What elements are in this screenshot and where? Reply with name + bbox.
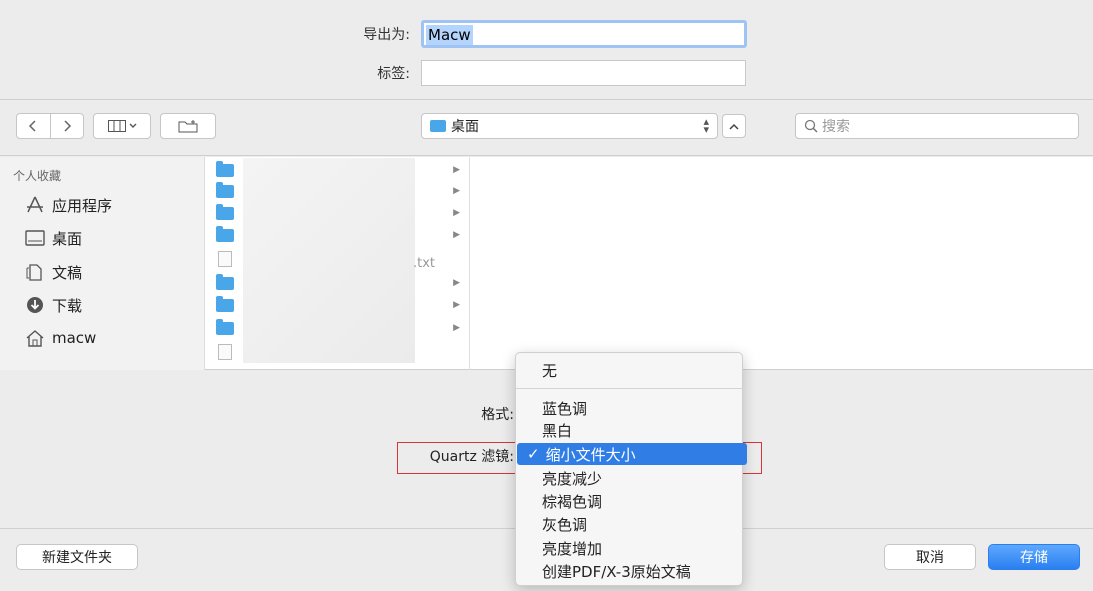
quartz-filter-menu: 无 蓝色调 黑白 ✓ 缩小文件大小 亮度减少 棕褐色调 灰色调 亮度增加 创建P… xyxy=(515,352,747,586)
save-dialog: 导出为: Macw 标签: 桌面 ▴ ▾ 搜索 个人收藏 应用程序 桌面 文稿 … xyxy=(0,0,1093,591)
sidebar-header: 个人收藏 xyxy=(13,169,62,183)
menu-item-lightness-decrease[interactable]: 亮度减少 xyxy=(516,467,742,489)
nav-buttons xyxy=(16,113,84,139)
column-view-icon xyxy=(107,120,126,132)
chevron-up-icon xyxy=(729,123,739,130)
search-icon xyxy=(804,119,818,133)
back-button[interactable] xyxy=(17,114,50,138)
sidebar-item-documents[interactable]: 文稿 xyxy=(24,259,82,285)
search-placeholder: 搜索 xyxy=(822,119,850,135)
disclosure-arrow-icon: ▶ xyxy=(453,186,460,196)
folder-icon xyxy=(216,295,234,312)
tags-label: 标签: xyxy=(377,66,410,82)
disclosure-arrow-icon: ▶ xyxy=(453,230,460,240)
location-popup[interactable]: 桌面 ▴ ▾ xyxy=(421,113,718,139)
folder-icon xyxy=(216,203,234,220)
chevron-right-icon xyxy=(64,120,72,132)
desktop-folder-icon xyxy=(430,120,446,132)
menu-item-none[interactable]: 无 xyxy=(516,359,742,381)
menu-separator xyxy=(516,388,742,389)
menu-item-reduce-file-size[interactable]: ✓ 缩小文件大小 xyxy=(517,443,747,465)
sidebar-item-label: macw xyxy=(52,329,97,347)
disclosure-arrow-icon: ▶ xyxy=(453,300,460,310)
text-file-icon xyxy=(218,251,232,267)
save-header: 导出为: Macw 标签: xyxy=(0,0,1093,100)
file-extension-label: .txt xyxy=(413,256,436,271)
applications-icon xyxy=(24,195,46,215)
redacted-filenames xyxy=(243,158,415,363)
chevron-left-icon xyxy=(29,120,37,132)
downloads-icon xyxy=(24,295,46,315)
folder-icon xyxy=(216,181,234,198)
sidebar-item-home[interactable]: macw xyxy=(24,325,96,351)
menu-item-black-white[interactable]: 黑白 xyxy=(516,419,742,441)
document-file-icon xyxy=(218,344,232,360)
sidebar-item-label: 桌面 xyxy=(52,229,83,248)
folder-icon xyxy=(216,318,234,335)
sidebar-item-downloads[interactable]: 下载 xyxy=(24,292,82,318)
checkmark-icon: ✓ xyxy=(527,445,540,463)
new-folder-button[interactable]: 新建文件夹 xyxy=(16,544,138,570)
sidebar-item-desktop[interactable]: 桌面 xyxy=(24,225,82,251)
sidebar-item-label: 下载 xyxy=(52,296,83,315)
disclosure-arrow-icon: ▶ xyxy=(453,208,460,218)
menu-item-sepia-tone[interactable]: 棕褐色调 xyxy=(516,490,742,512)
location-label: 桌面 xyxy=(451,119,479,135)
folder-icon xyxy=(216,273,234,290)
menu-item-blue-tone[interactable]: 蓝色调 xyxy=(516,397,742,419)
sidebar-item-label: 应用程序 xyxy=(52,196,113,215)
disclosure-arrow-icon: ▶ xyxy=(453,278,460,288)
disclosure-arrow-icon: ▶ xyxy=(453,165,460,175)
sidebar-item-label: 文稿 xyxy=(52,263,83,282)
folder-icon xyxy=(216,160,234,177)
sidebar: 个人收藏 应用程序 桌面 文稿 下载 macw xyxy=(0,157,205,370)
sidebar-item-applications[interactable]: 应用程序 xyxy=(24,192,112,218)
new-folder-icon xyxy=(178,120,198,133)
documents-icon xyxy=(24,262,46,282)
new-folder-toolbar-button[interactable] xyxy=(160,113,216,139)
file-browser: 个人收藏 应用程序 桌面 文稿 下载 macw ▶ ▶ ▶ ▶ ▶ ▶ ▶ xyxy=(0,157,1093,370)
menu-item-create-pdfx3[interactable]: 创建PDF/X-3原始文稿 xyxy=(516,560,742,582)
cancel-button[interactable]: 取消 xyxy=(884,544,976,570)
save-as-input[interactable]: Macw xyxy=(421,20,747,48)
forward-button[interactable] xyxy=(49,114,83,138)
chevron-down-icon xyxy=(129,123,136,128)
browser-toolbar: 桌面 ▴ ▾ 搜索 xyxy=(0,101,1093,156)
save-as-value: Macw xyxy=(426,25,473,45)
view-mode-button[interactable] xyxy=(93,113,151,139)
updown-arrows-icon: ▴ ▾ xyxy=(703,115,709,136)
desktop-icon xyxy=(24,228,46,248)
save-as-label: 导出为: xyxy=(363,27,410,43)
menu-item-label: 缩小文件大小 xyxy=(545,445,636,464)
disclosure-arrow-icon: ▶ xyxy=(453,323,460,333)
menu-item-gray-tone[interactable]: 灰色调 xyxy=(516,513,742,535)
save-button[interactable]: 存储 xyxy=(988,544,1080,570)
menu-item-lightness-increase[interactable]: 亮度增加 xyxy=(516,537,742,559)
format-label: 格式: xyxy=(481,407,514,423)
folder-icon xyxy=(216,225,234,242)
search-field[interactable]: 搜索 xyxy=(795,113,1079,139)
expand-button[interactable] xyxy=(722,114,746,138)
tags-input[interactable] xyxy=(421,60,746,86)
home-icon xyxy=(24,328,46,348)
